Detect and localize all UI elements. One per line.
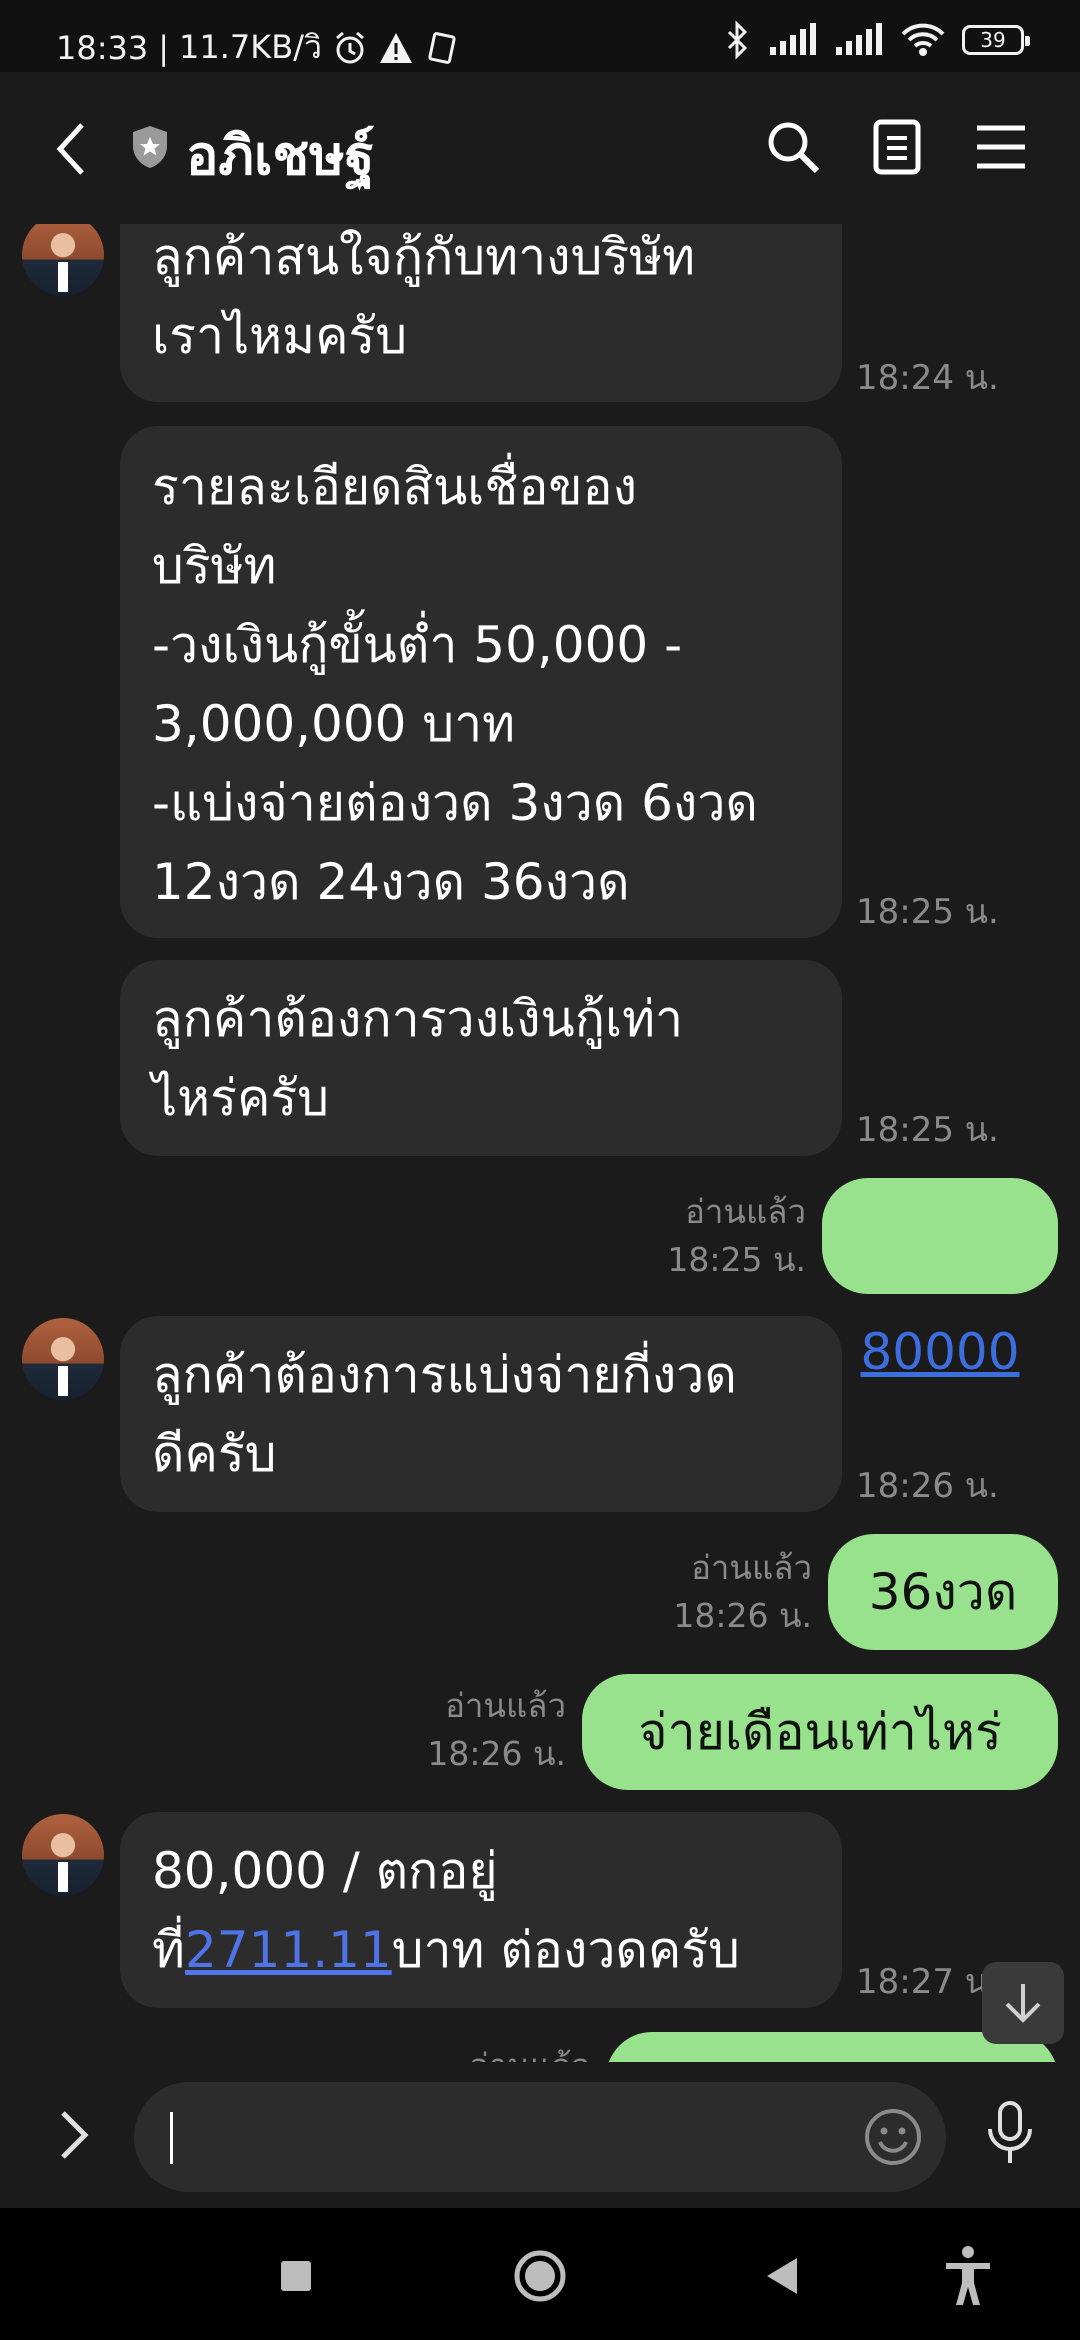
system-nav-bar <box>0 2208 1080 2340</box>
read-receipt: อ่านแล้ว <box>445 1686 566 1725</box>
message-bubble-incoming[interactable]: ลูกค้าต้องการแบ่งจ่ายกี่งวด ดีครับ <box>120 1316 842 1512</box>
menu-icon <box>977 125 1025 169</box>
home-button[interactable] <box>510 2246 570 2306</box>
status-time: 18:33 <box>56 28 149 67</box>
message-time: 18:26 น. <box>427 1734 566 1773</box>
expand-button[interactable] <box>44 2100 104 2170</box>
home-icon <box>514 2250 566 2302</box>
message-input[interactable] <box>134 2082 946 2192</box>
avatar[interactable] <box>22 224 104 296</box>
search-icon <box>768 122 820 174</box>
message-link[interactable]: 2711.11 <box>185 1921 392 1979</box>
message-meta-outgoing: อ่านแล้ว 18:26 น. <box>606 1544 812 1640</box>
back-icon <box>56 123 84 175</box>
status-left: 18:33 | 11.7KB/วิ <box>56 22 460 73</box>
scroll-down-icon <box>1005 1984 1041 2023</box>
message-text: บาท ต่องวดครับ <box>391 1921 740 1979</box>
emoji-icon[interactable] <box>862 2106 924 2168</box>
mic-icon <box>988 2101 1032 2163</box>
message-time: 18:24 น. <box>856 358 999 398</box>
message-time: 18:27 น. <box>856 1962 999 2002</box>
wifi-icon <box>901 23 945 56</box>
scroll-down-button[interactable] <box>982 1962 1064 2044</box>
cards-icon <box>428 31 456 64</box>
chat-screen: 18:33 | 11.7KB/วิ 39 อภิเชษฐ์ ลูกค้าสนใจ… <box>0 0 1080 2340</box>
status-separator: | <box>158 28 169 67</box>
message-bubble-incoming[interactable]: ลูกค้าต้องการวงเงินกู้เท่า ไหร่ครับ <box>120 960 842 1156</box>
avatar[interactable] <box>22 1318 104 1400</box>
input-bar <box>0 2062 1080 2208</box>
back-nav-button[interactable] <box>752 2246 812 2306</box>
notes-button[interactable] <box>862 112 932 182</box>
recent-apps-icon <box>281 2261 311 2291</box>
message-text-line: ที่2711.11บาท ต่องวดครับ <box>152 1911 810 1990</box>
read-receipt: อ่านแล้ว <box>691 1548 812 1587</box>
expand-icon <box>61 2111 89 2159</box>
signal-icon-1 <box>770 23 816 55</box>
message-time: 18:25 น. <box>856 892 999 932</box>
message-meta-outgoing: อ่านแล้ว 18:26 น. <box>360 1682 566 1778</box>
menu-button[interactable] <box>966 112 1036 182</box>
message-meta-outgoing: อ่านแล้ว 18:25 น. <box>600 1188 806 1284</box>
status-network-speed: 11.7KB/วิ <box>179 28 322 66</box>
message-text-line: 80,000 / ตกอยู่ <box>152 1842 498 1900</box>
text-caret <box>170 2112 173 2164</box>
read-receipt: อ่านแล้ว <box>400 2042 590 2062</box>
message-time: 18:25 น. <box>667 1240 806 1279</box>
chat-header: อภิเชษฐ์ <box>0 72 1080 224</box>
message-bubble-incoming[interactable]: 80,000 / ตกอยู่ ที่2711.11บาท ต่องวดครับ <box>120 1812 842 2008</box>
message-text: ที่ <box>152 1921 185 1979</box>
chat-title: อภิเชษฐ์ <box>186 124 375 187</box>
accessibility-button[interactable] <box>938 2246 998 2306</box>
message-list[interactable]: ลูกค้าสนใจกู้กับทางบริษัท เราไหมครับ 18:… <box>0 224 1080 2062</box>
message-time: 18:26 น. <box>673 1596 812 1635</box>
avatar[interactable] <box>22 1814 104 1896</box>
notes-icon <box>873 119 921 175</box>
battery-indicator: 39 <box>962 25 1030 55</box>
read-receipt: อ่านแล้ว <box>685 1192 806 1231</box>
message-bubble-outgoing[interactable]: 36งวด <box>828 1534 1058 1650</box>
alarm-icon <box>335 31 364 63</box>
status-right: 39 <box>722 20 1030 60</box>
signal-icon-2 <box>836 23 882 55</box>
back-button[interactable] <box>40 114 100 184</box>
message-bubble-outgoing[interactable]: จ่ายเดือนเท่าไหร่ <box>582 1674 1058 1790</box>
warning-icon <box>379 32 412 63</box>
status-bar: 18:33 | 11.7KB/วิ 39 <box>0 0 1080 72</box>
back-nav-icon <box>767 2258 797 2294</box>
accessibility-icon <box>946 2246 990 2305</box>
message-bubble-incoming[interactable]: รายละเอียดสินเชื่อของ บริษัท -วงเงินกู้ข… <box>120 426 842 938</box>
mic-button[interactable] <box>980 2098 1040 2168</box>
search-button[interactable] <box>758 112 828 182</box>
message-time: 18:25 น. <box>856 1110 999 1150</box>
message-bubble-outgoing[interactable]: 80000 <box>822 1178 1058 1381</box>
shield-icon <box>133 126 167 168</box>
bluetooth-icon <box>727 20 748 60</box>
message-meta-outgoing: อ่านแล้ว <box>400 2042 590 2062</box>
message-time: 18:26 น. <box>856 1466 999 1506</box>
recent-apps-button[interactable] <box>266 2246 326 2306</box>
message-link[interactable]: 80000 <box>860 1323 1019 1381</box>
message-bubble-incoming[interactable]: ลูกค้าสนใจกู้กับทางบริษัท เราไหมครับ <box>120 224 842 402</box>
